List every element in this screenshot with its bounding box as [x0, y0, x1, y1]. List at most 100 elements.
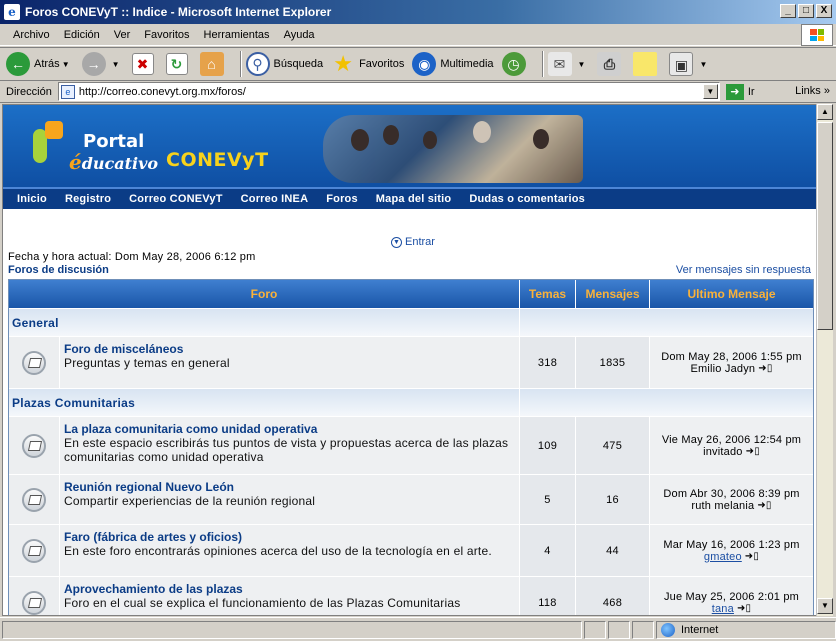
address-label: Dirección: [6, 85, 52, 98]
favorites-button[interactable]: ★ Favoritos: [331, 52, 404, 76]
toolbar-separator: [541, 51, 544, 77]
stop-button[interactable]: ✖: [131, 53, 158, 75]
home-button[interactable]: ⌂: [199, 52, 228, 76]
forum-title[interactable]: La plaza comunitaria como unidad operati…: [64, 422, 515, 436]
history-button[interactable]: ◷: [501, 52, 530, 76]
menu-edicion[interactable]: Edición: [57, 27, 107, 43]
history-icon: ◷: [501, 52, 526, 76]
minimize-button[interactable]: _: [780, 4, 796, 18]
forum-description: Compartir experiencias de la reunión reg…: [64, 494, 316, 508]
post-count: 1835: [575, 337, 649, 388]
toolbar-separator: [239, 51, 242, 77]
nav-mapa-sitio[interactable]: Mapa del sitio: [376, 193, 452, 205]
forward-button[interactable]: → ▼: [81, 52, 124, 76]
goto-last-post-icon[interactable]: ➜▯: [758, 363, 772, 374]
refresh-icon: ↻: [165, 53, 188, 75]
links-button[interactable]: Links »: [795, 85, 830, 97]
scroll-up-icon[interactable]: ▲: [817, 104, 833, 120]
mail-dropdown-icon[interactable]: ▼: [578, 60, 586, 69]
site-banner: Portal éducativo CONEVyT: [3, 105, 817, 187]
nav-correo-inea[interactable]: Correo INEA: [241, 193, 309, 205]
menu-favoritos[interactable]: Favoritos: [137, 27, 196, 43]
print-button[interactable]: ⎙: [597, 52, 625, 76]
category-plazas-comunitarias[interactable]: Plazas Comunitarias: [9, 389, 519, 416]
printer-icon: ⎙: [597, 52, 622, 76]
forum-table: Foro Temas Mensajes Ultimo Mensaje Gener…: [8, 279, 814, 615]
table-header: Foro Temas Mensajes Ultimo Mensaje: [9, 280, 813, 308]
forum-title[interactable]: Reunión regional Nuevo León: [64, 480, 515, 494]
nav-dudas[interactable]: Dudas o comentarios: [469, 193, 585, 205]
last-post-date: Jue May 25, 2006 2:01 pm: [663, 590, 800, 603]
go-arrow-icon: ➜: [725, 83, 744, 100]
menu-archivo[interactable]: Archivo: [6, 27, 57, 43]
forum-title[interactable]: Aprovechamiento de las plazas: [64, 582, 515, 596]
media-button[interactable]: ◉ Multimedia: [412, 52, 494, 76]
topic-count: 118: [519, 577, 575, 615]
messenger-dropdown-icon[interactable]: ▼: [699, 60, 707, 69]
messenger-button[interactable]: ▣ ▼: [669, 52, 711, 76]
maximize-button[interactable]: □: [798, 4, 814, 18]
logo-educativo-text: éducativo: [69, 150, 159, 174]
login-label: Entrar: [405, 236, 435, 248]
address-bar: Dirección e http://correo.conevyt.org.mx…: [0, 81, 836, 103]
forum-description: En este espacio escribirás tus puntos de…: [64, 436, 509, 464]
close-button[interactable]: X: [816, 4, 832, 18]
header-last-post: Ultimo Mensaje: [649, 280, 813, 308]
go-button[interactable]: ➜ Ir: [725, 83, 755, 100]
address-url: http://correo.conevyt.org.mx/foros/: [78, 85, 246, 98]
menu-ayuda[interactable]: Ayuda: [277, 27, 322, 43]
security-zone: Internet: [656, 620, 836, 639]
mail-button[interactable]: ✉ ▼: [547, 52, 590, 76]
unanswered-posts-link[interactable]: Ver mensajes sin respuesta: [676, 264, 811, 276]
back-button[interactable]: ← Atrás ▼: [6, 52, 74, 76]
nav-inicio[interactable]: Inicio: [17, 193, 47, 205]
login-link[interactable]: ▼ Entrar: [391, 236, 435, 248]
forum-home-link[interactable]: Foros de discusión: [8, 264, 109, 276]
notes-button[interactable]: [633, 52, 661, 76]
media-icon: ◉: [412, 52, 437, 76]
goto-last-post-icon[interactable]: ➜▯: [757, 500, 771, 511]
address-dropdown-icon[interactable]: ▼: [702, 84, 718, 99]
messenger-icon: ▣: [669, 52, 694, 76]
goto-last-post-icon[interactable]: ➜▯: [737, 603, 751, 614]
post-count: 475: [575, 417, 649, 474]
scroll-thumb[interactable]: [817, 122, 833, 330]
header-topics: Temas: [519, 280, 575, 308]
nav-correo-conevyt[interactable]: Correo CONEVyT: [129, 193, 222, 205]
last-post-user-link[interactable]: tana: [712, 603, 734, 615]
goto-last-post-icon[interactable]: ➜▯: [746, 446, 760, 457]
nav-registro[interactable]: Registro: [65, 193, 111, 205]
last-post-date: Dom Abr 30, 2006 8:39 pm: [663, 487, 800, 500]
toolbar: ← Atrás ▼ → ▼ ✖ ↻ ⌂ ⚲ Búsqueda ★ Favorit…: [0, 47, 836, 81]
links-label: Links: [795, 85, 821, 97]
last-post-user-link[interactable]: gmateo: [704, 551, 742, 563]
header-forum: Foro: [250, 287, 278, 301]
vertical-scrollbar[interactable]: ▲ ▼: [816, 104, 833, 616]
forum-folder-icon: [22, 590, 46, 615]
category-general[interactable]: General: [9, 309, 519, 336]
back-dropdown-icon[interactable]: ▼: [62, 60, 70, 69]
refresh-button[interactable]: ↻: [165, 53, 192, 75]
address-input[interactable]: e http://correo.conevyt.org.mx/foros/ ▼: [57, 82, 720, 101]
star-icon: ★: [333, 51, 353, 76]
forum-title[interactable]: Faro (fábrica de artes y oficios): [64, 530, 515, 544]
forward-dropdown-icon[interactable]: ▼: [112, 60, 120, 69]
note-icon: [633, 52, 658, 76]
go-label: Ir: [747, 85, 755, 98]
forum-description: En este foro encontrarás opiniones acerc…: [64, 544, 492, 558]
search-button[interactable]: ⚲ Búsqueda: [245, 52, 324, 76]
menu-ver[interactable]: Ver: [107, 27, 138, 43]
post-count: 44: [575, 525, 649, 576]
last-post-user: Emilio Jadyn: [690, 362, 756, 375]
search-label: Búsqueda: [273, 58, 324, 70]
nav-foros[interactable]: Foros: [326, 193, 358, 205]
category-row: Plazas Comunitarias: [9, 388, 813, 416]
scroll-down-icon[interactable]: ▼: [817, 598, 833, 614]
menu-herramientas[interactable]: Herramientas: [197, 27, 277, 43]
table-row: Reunión regional Nuevo León Compartir ex…: [9, 474, 813, 524]
forum-title[interactable]: Foro de misceláneos: [64, 342, 515, 356]
site-nav: Inicio Registro Correo CONEVyT Correo IN…: [3, 187, 817, 209]
last-post-date: Dom May 28, 2006 1:55 pm: [661, 350, 802, 363]
goto-last-post-icon[interactable]: ➜▯: [745, 551, 759, 562]
logo-portal-text: Portal: [83, 131, 145, 152]
